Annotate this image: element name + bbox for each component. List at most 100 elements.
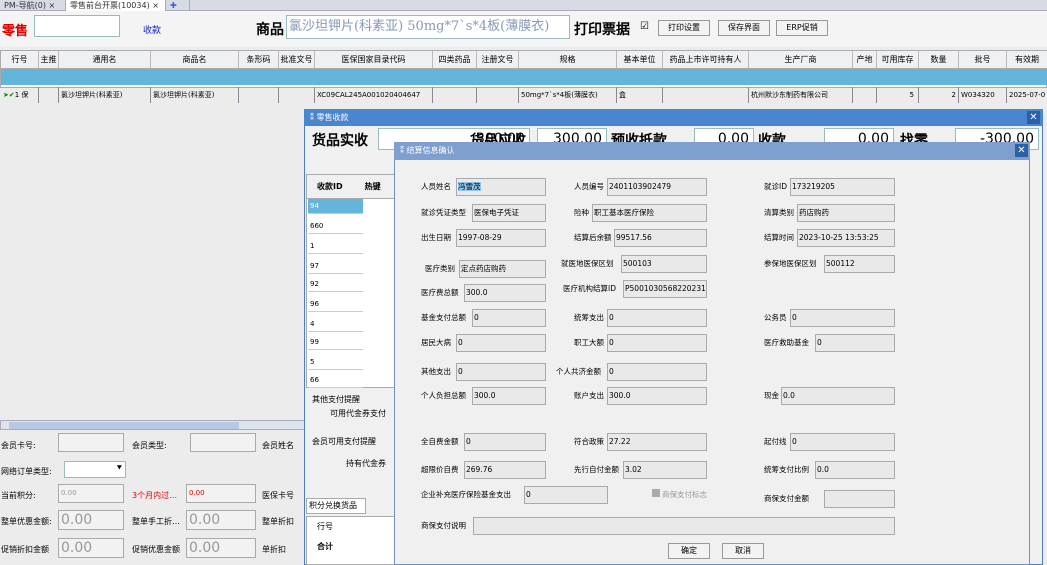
field-value: 职工基本医疗保险 (592, 204, 707, 222)
collect-link[interactable]: 收款 (143, 23, 161, 36)
field-value: P50010305682202310251 (623, 280, 707, 298)
list-item[interactable]: 94 (308, 199, 363, 214)
col-header[interactable]: 药品上市许可持有人 (663, 51, 749, 69)
scroll-thumb[interactable] (9, 422, 239, 429)
field-label: 先行自付金额 (574, 465, 619, 474)
col-header[interactable]: 批准文号 (279, 51, 315, 69)
sale-label: 零售 (2, 24, 29, 39)
tab-points-exchange[interactable]: 积分兑换货品 (306, 498, 366, 514)
col-header[interactable]: 四类药品 (433, 51, 477, 69)
row-stock-cell: 5 (877, 87, 919, 103)
order-type-select[interactable]: ⯆ (64, 461, 126, 478)
field-value: 0 (607, 334, 707, 352)
row-qty-cell: 2 (919, 87, 959, 103)
checkbox-icon (652, 489, 660, 497)
field-value: 173219205 (790, 178, 895, 196)
row-trade-cell: 氯沙坦钾片(科素亚) (151, 87, 239, 103)
field-label: 结算时间 (764, 233, 794, 242)
col-header[interactable]: 批号 (959, 51, 1007, 69)
save-layout-button[interactable]: 保存界面 (718, 20, 770, 36)
list-item[interactable]: 92 (308, 277, 363, 292)
field-value: 99517.56 (614, 229, 707, 247)
points-value: 0.00 (58, 484, 124, 503)
list-item[interactable]: 660 (308, 219, 363, 234)
list-item[interactable]: 4 (308, 317, 363, 332)
field-value: 300.0 (464, 284, 546, 302)
list-item[interactable]: 96 (308, 297, 363, 312)
table-row[interactable]: ➤✔1 保 氯沙坦钾片(科素亚) 氯沙坦钾片(科素亚) XC09CAL245A0… (1, 69, 1047, 103)
col-header[interactable]: 通用名 (59, 51, 151, 69)
close-icon[interactable]: ✕ (1027, 111, 1040, 124)
print-settings-button[interactable]: 打印设置 (658, 20, 710, 36)
row-maker-cell: 杭州默沙东制药有限公司 (749, 87, 853, 103)
field-label: 超限价自费 (421, 465, 459, 474)
field-label: 全自费金额 (421, 437, 459, 446)
col-header[interactable]: 有效期 (1007, 51, 1047, 69)
field-value (824, 490, 895, 508)
field-label: 就诊凭证类型 (421, 208, 466, 217)
member-card-label: 会员卡号: (1, 441, 36, 450)
field-label: 现金 (764, 391, 779, 400)
col-header[interactable]: 可用库存 (877, 51, 919, 69)
dropdown-arrow-icon[interactable]: ⯆ (116, 464, 123, 474)
whole-discount2-label: 整单折扣 (262, 517, 294, 526)
field-value: 300.0 (472, 387, 546, 405)
tab-retail-billing[interactable]: 零售前台开票(10034) × (66, 0, 166, 11)
field-value: 0.0 (815, 461, 895, 479)
product-label: 商品 (256, 22, 284, 38)
field-value: 300.0 (607, 387, 707, 405)
row-generic-cell: 氯沙坦钾片(科素亚) (59, 87, 151, 103)
field-value: 27.22 (607, 433, 707, 451)
product-search-input[interactable]: 氯沙坦钾片(科素亚) 50mg*7`s*4板(薄膜衣) (286, 15, 570, 39)
close-icon[interactable]: ✕ (1015, 144, 1028, 157)
add-tab-icon[interactable]: ✚ (166, 0, 190, 11)
row-code-cell: XC09CAL245A001020404647 (315, 87, 433, 103)
field-label: 个人负担总额 (421, 391, 466, 400)
field-label: 统筹支出 (574, 313, 604, 322)
field-label: 商保支付金额 (764, 494, 809, 503)
voucher-label: 可用代金券支付 (330, 409, 386, 418)
list-item[interactable]: 1 (308, 239, 363, 254)
field-value: 0 (456, 334, 546, 352)
member-card-input[interactable] (58, 433, 124, 452)
col-header[interactable]: 条形码 (239, 51, 279, 69)
col-header[interactable]: 主推 (39, 51, 59, 69)
payment-list-header: 收款ID 热键 (307, 175, 395, 199)
col-header[interactable]: 数量 (919, 51, 959, 69)
commercial-insurance-checkbox[interactable]: 商保支付标志 (652, 486, 707, 504)
erp-promo-button[interactable]: ERP促销 (776, 20, 828, 36)
list-item[interactable]: 97 (308, 259, 363, 274)
col-header[interactable]: 商品名 (151, 51, 239, 69)
promo-discount-label: 促销折扣金额 (1, 545, 49, 554)
field-label: 符合政策 (574, 437, 604, 446)
list-item[interactable]: 66 (308, 373, 363, 388)
print-receipt-checkbox[interactable]: ☑ (640, 21, 649, 32)
col-header[interactable]: 生产厂商 (749, 51, 853, 69)
confirm-button[interactable]: 确定 (668, 543, 710, 559)
row-cell (239, 87, 279, 103)
row-batch-cell: W034320 (959, 87, 1007, 103)
list-item[interactable]: 99 (308, 335, 363, 350)
field-label: 统筹支付比例 (764, 465, 809, 474)
horizontal-scrollbar[interactable] (0, 420, 305, 430)
product-grid: 行号 主推 通用名 商品名 条形码 批准文号 医保国家目录代码 四类药品 注册文… (0, 50, 1047, 103)
member-type-input[interactable] (190, 433, 256, 452)
field-label: 清算类别 (764, 208, 794, 217)
field-label: 人员编号 (574, 182, 604, 191)
col-header[interactable]: 医保国家目录代码 (315, 51, 433, 69)
col-header[interactable]: 行号 (1, 51, 39, 69)
field-label: 商保支付说明 (421, 521, 466, 530)
col-header[interactable]: 产地 (853, 51, 877, 69)
list-item[interactable]: 5 (308, 355, 363, 370)
field-value: 3.02 (623, 461, 707, 479)
cancel-button[interactable]: 取消 (722, 543, 764, 559)
field-value: 0 (815, 334, 895, 352)
field-value: 0 (790, 309, 895, 327)
col-header[interactable]: 基本单位 (617, 51, 663, 69)
member-pay-label: 会员可用支付提醒 (312, 437, 376, 446)
sale-input[interactable] (34, 15, 120, 37)
field-label: 基金支付总额 (421, 313, 466, 322)
col-header[interactable]: 注册文号 (477, 51, 519, 69)
col-header[interactable]: 规格 (519, 51, 617, 69)
tab-navigation[interactable]: PM-导航(0) × (0, 0, 66, 11)
